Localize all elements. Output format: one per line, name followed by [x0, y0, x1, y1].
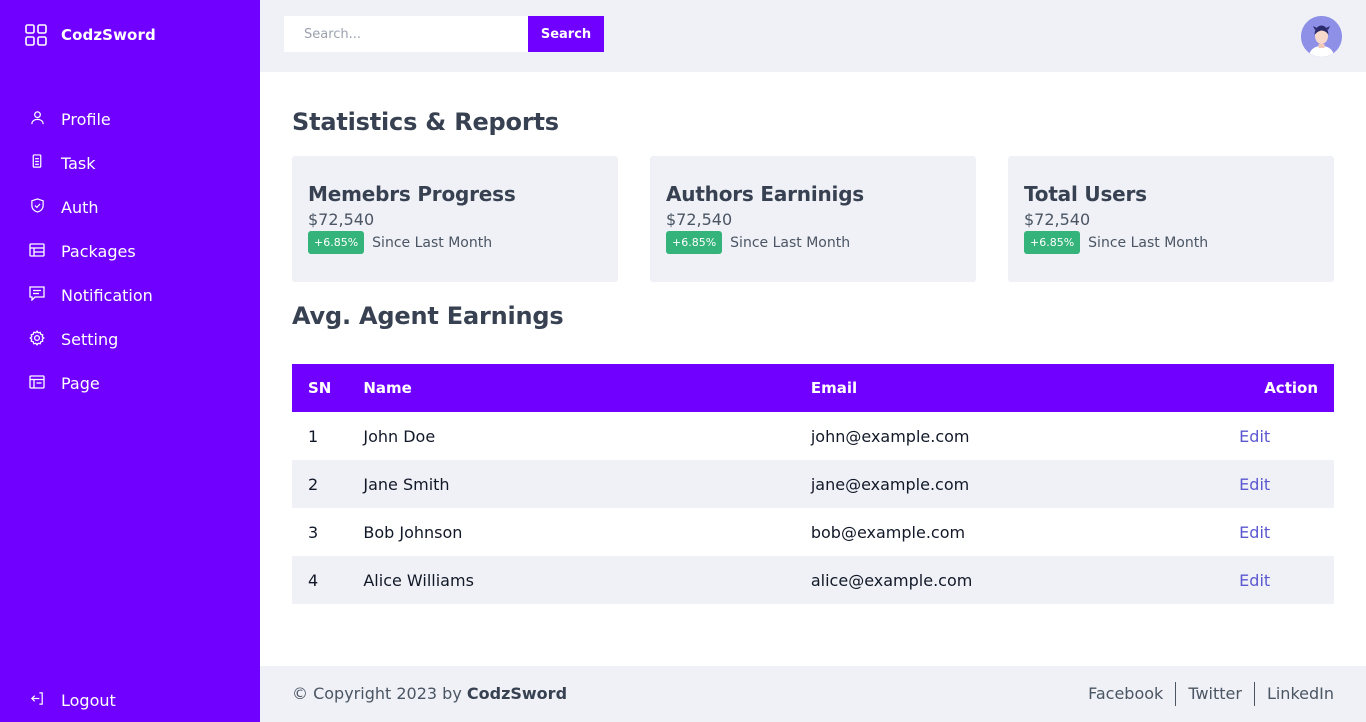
table-row: 1 John Doe john@example.com Edit	[292, 412, 1334, 460]
cell-name: John Doe	[363, 426, 436, 446]
logout-button[interactable]: Logout	[0, 678, 260, 722]
stat-card: Authors Earninigs $72,540 +6.85% Since L…	[650, 156, 976, 282]
stat-card-value: $72,540	[666, 210, 733, 229]
table-title: Avg. Agent Earnings	[292, 302, 564, 330]
page-title: Statistics & Reports	[292, 108, 559, 136]
sidebar-item-task[interactable]: Task	[0, 141, 260, 185]
sidebar-item-label: Page	[61, 373, 100, 393]
sidebar-item-auth[interactable]: Auth	[0, 185, 260, 229]
stat-card-value: $72,540	[308, 210, 375, 229]
sidebar-item-page[interactable]: Page	[0, 361, 260, 405]
copyright-brand: CodzSword	[466, 684, 568, 703]
edit-link[interactable]: Edit	[1239, 571, 1270, 590]
search-button[interactable]: Search	[528, 16, 604, 52]
growth-badge: +6.85%	[1024, 231, 1081, 254]
sidebar-item-profile[interactable]: Profile	[0, 97, 260, 141]
column-header-sn: SN	[308, 379, 332, 397]
facebook-link[interactable]: Facebook	[1076, 682, 1175, 706]
cell-sn: 4	[308, 570, 319, 590]
brand-name: CodzSword	[61, 26, 156, 44]
logout-label: Logout	[61, 690, 116, 710]
topbar: Search	[260, 0, 1366, 72]
cell-name: Jane Smith	[363, 474, 450, 494]
user-icon	[29, 110, 45, 126]
stat-card-value: $72,540	[1024, 210, 1091, 229]
cell-sn: 1	[308, 426, 319, 446]
shield-check-icon	[29, 198, 45, 214]
cell-email: jane@example.com	[810, 474, 970, 494]
growth-badge: +6.85%	[308, 231, 365, 254]
copyright-text: © Copyright 2023 by	[292, 684, 467, 703]
earnings-table: SN Name Email Action 1 John Doe john@exa…	[292, 364, 1334, 604]
table-row: 3 Bob Johnson bob@example.com Edit	[292, 508, 1334, 556]
social-links: Facebook Twitter LinkedIn	[1076, 682, 1334, 706]
twitter-link[interactable]: Twitter	[1176, 682, 1254, 706]
edit-link[interactable]: Edit	[1239, 475, 1270, 494]
sidebar-item-label: Profile	[61, 109, 111, 129]
sidebar-item-label: Setting	[61, 329, 119, 349]
sidebar-item-notification[interactable]: Notification	[0, 273, 260, 317]
edit-link[interactable]: Edit	[1239, 523, 1270, 542]
stat-card-title: Memebrs Progress	[308, 182, 516, 206]
avatar[interactable]	[1301, 16, 1342, 57]
cell-email: john@example.com	[810, 426, 970, 446]
edit-link[interactable]: Edit	[1239, 427, 1270, 446]
column-header-action: Action	[1264, 379, 1318, 397]
cell-email: alice@example.com	[810, 570, 973, 590]
document-icon	[29, 154, 45, 170]
cell-name: Alice Williams	[363, 570, 474, 590]
message-icon	[29, 286, 45, 302]
table-row: 4 Alice Williams alice@example.com Edit	[292, 556, 1334, 604]
sidebar-item-label: Packages	[61, 241, 136, 261]
copyright: © Copyright 2023 by CodzSword	[292, 684, 567, 703]
linkedin-link[interactable]: LinkedIn	[1255, 682, 1334, 706]
stat-card-note: Since Last Month	[372, 234, 493, 251]
stat-card-note: Since Last Month	[1088, 234, 1209, 251]
grid-icon	[25, 24, 47, 46]
cell-sn: 2	[308, 474, 319, 494]
logout-icon	[29, 691, 45, 707]
column-header-name: Name	[363, 379, 412, 397]
cell-name: Bob Johnson	[363, 522, 463, 542]
table-icon	[29, 242, 45, 258]
footer: © Copyright 2023 by CodzSword Facebook T…	[260, 666, 1366, 722]
sidebar-item-setting[interactable]: Setting	[0, 317, 260, 361]
sidebar-item-packages[interactable]: Packages	[0, 229, 260, 273]
column-header-email: Email	[810, 379, 858, 397]
stat-card: Memebrs Progress $72,540 +6.85% Since La…	[292, 156, 618, 282]
gear-icon	[29, 329, 45, 346]
logout-section: Logout	[0, 678, 260, 722]
growth-badge: +6.85%	[666, 231, 723, 254]
stat-card: Total Users $72,540 +6.85% Since Last Mo…	[1008, 156, 1334, 282]
stat-card-title: Total Users	[1024, 182, 1147, 206]
table-row: 2 Jane Smith jane@example.com Edit	[292, 460, 1334, 508]
brand[interactable]: CodzSword	[25, 24, 156, 46]
cell-email: bob@example.com	[810, 522, 966, 542]
stat-card-note: Since Last Month	[730, 234, 851, 251]
layout-icon	[29, 374, 45, 390]
sidebar-item-label: Auth	[61, 197, 99, 217]
sidebar-item-label: Task	[61, 153, 96, 173]
sidebar: CodzSword Profile Task Auth Packages Not…	[0, 0, 260, 722]
sidebar-item-label: Notification	[61, 285, 153, 305]
cell-sn: 3	[308, 522, 319, 542]
search-input[interactable]	[284, 16, 528, 52]
stat-card-title: Authors Earninigs	[666, 182, 865, 206]
sidebar-nav: Profile Task Auth Packages Notification	[0, 97, 260, 405]
main-content: Statistics & Reports Memebrs Progress $7…	[260, 72, 1366, 666]
table-header-row: SN Name Email Action	[292, 364, 1334, 412]
